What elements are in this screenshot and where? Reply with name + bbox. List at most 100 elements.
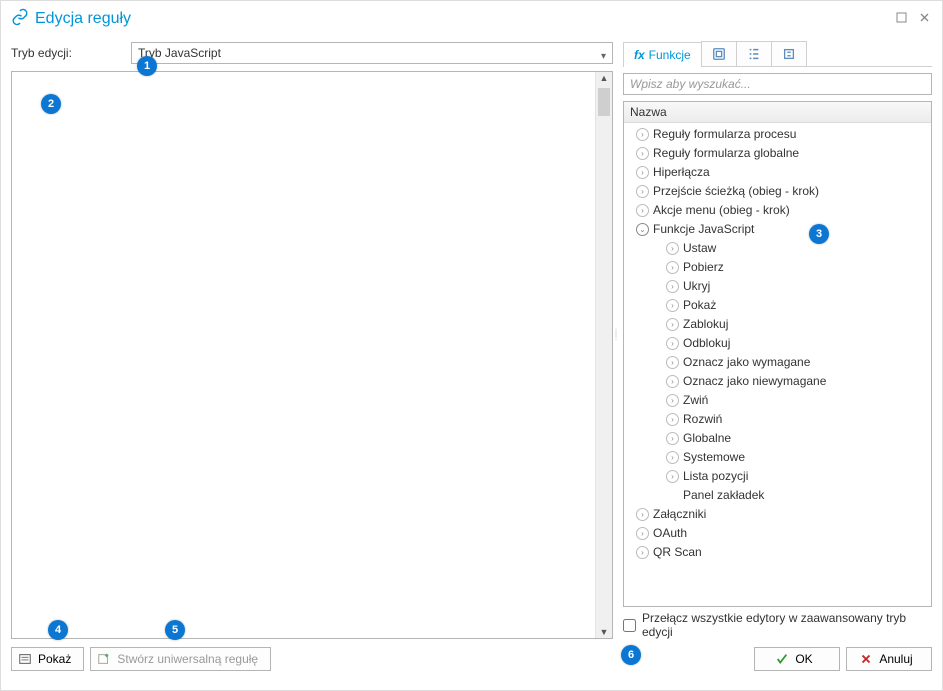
expand-right-icon: ›	[636, 546, 649, 559]
tree-child-item[interactable]: › Globalne	[628, 429, 927, 448]
footer: Pokaż Stwórz uniwersalną regułę OK Anulu…	[1, 639, 942, 681]
expand-right-icon: ›	[666, 261, 679, 274]
tree-child-item[interactable]: › Lista pozycji	[628, 467, 927, 486]
mode-selected: Tryb JavaScript	[138, 46, 221, 60]
tree-item[interactable]: ⌄ Funkcje JavaScript	[628, 220, 927, 239]
maximize-icon[interactable]	[894, 10, 909, 28]
link-icon	[11, 8, 29, 31]
scroll-up-icon[interactable]: ▲	[596, 73, 612, 83]
expand-right-icon: ›	[636, 185, 649, 198]
editor-scrollbar[interactable]: ▲ ▼	[595, 72, 612, 638]
universal-rule-label: Stwórz uniwersalną regułę	[117, 652, 258, 666]
tree-item-label: Pobierz	[683, 259, 724, 276]
scroll-thumb[interactable]	[598, 88, 610, 116]
tree-child-item[interactable]: ›Panel zakładek	[628, 486, 927, 505]
search-wrap	[623, 73, 932, 95]
tree-item-label: Systemowe	[683, 449, 745, 466]
tree-item-label: Odblokuj	[683, 335, 730, 352]
tab-panel2[interactable]	[701, 41, 737, 66]
scroll-down-icon[interactable]: ▼	[596, 627, 612, 637]
tree-item-label: Rozwiń	[683, 411, 722, 428]
tree-item-label: Globalne	[683, 430, 731, 447]
fx-icon: fx	[634, 48, 645, 62]
tree-item-label: OAuth	[653, 525, 687, 542]
tree-item-label: Zablokuj	[683, 316, 728, 333]
tree-item-label: Hiperłącza	[653, 164, 710, 181]
show-button[interactable]: Pokaż	[11, 647, 84, 671]
expand-right-icon: ›	[666, 299, 679, 312]
expand-right-icon: ›	[636, 128, 649, 141]
tree-item-label: Pokaż	[683, 297, 716, 314]
tree-child-item[interactable]: › Rozwiń	[628, 410, 927, 429]
advanced-mode-checkbox[interactable]: Przełącz wszystkie edytory w zaawansowan…	[623, 611, 932, 639]
expand-right-icon: ›	[666, 375, 679, 388]
tree-child-item[interactable]: › Oznacz jako niewymagane	[628, 372, 927, 391]
tree-item-label: Lista pozycji	[683, 468, 748, 485]
splitter-grip[interactable]: ⋮⋮⋮	[613, 331, 618, 340]
tab-functions-label: Funkcje	[649, 48, 691, 62]
tree-child-item[interactable]: ›Zablokuj	[628, 315, 927, 334]
expand-right-icon: ›	[666, 470, 679, 483]
tree-header: Nazwa	[624, 102, 931, 123]
tab-panel3[interactable]	[736, 41, 772, 66]
tree-item-label: Reguły formularza procesu	[653, 126, 796, 143]
ok-button[interactable]: OK	[754, 647, 840, 671]
tab-panel4[interactable]	[771, 41, 807, 66]
advanced-mode-input[interactable]	[623, 619, 636, 632]
expand-down-icon: ⌄	[636, 223, 649, 236]
tree-item-label: Oznacz jako niewymagane	[683, 373, 826, 390]
tab-functions[interactable]: fx Funkcje	[623, 42, 702, 67]
tree-child-item[interactable]: › Pokaż	[628, 296, 927, 315]
tree-child-item[interactable]: › Pobierz	[628, 258, 927, 277]
tree-item[interactable]: ›Przejście ścieżką (obieg - krok)	[628, 182, 927, 201]
universal-rule-button[interactable]: Stwórz uniwersalną regułę	[90, 647, 271, 671]
tree-wrap: Nazwa › Reguły formularza procesu › Reguły …	[623, 101, 932, 607]
tree-item-label: Akcje menu (obieg - krok)	[653, 202, 790, 219]
tree-item[interactable]: › Akcje menu (obieg - krok)	[628, 201, 927, 220]
ok-button-label: OK	[795, 652, 812, 666]
advanced-mode-label: Przełącz wszystkie edytory w zaawansowan…	[642, 611, 932, 639]
tree-item-label: Panel zakładek	[683, 487, 764, 504]
window-title: Edycja reguły	[35, 10, 894, 28]
tree-item-label: Funkcje JavaScript	[653, 221, 754, 238]
cancel-button[interactable]: Anuluj	[846, 647, 932, 671]
expand-right-icon: ›	[666, 242, 679, 255]
expand-right-icon: ›	[636, 147, 649, 160]
search-input[interactable]	[623, 73, 932, 95]
expand-right-icon: ›	[636, 204, 649, 217]
expand-right-icon: ›	[666, 394, 679, 407]
expand-right-icon: ›	[666, 280, 679, 293]
expand-right-icon: ›	[666, 337, 679, 350]
tree-item[interactable]: ›QR Scan	[628, 543, 927, 562]
tree-child-item[interactable]: › Oznacz jako wymagane	[628, 353, 927, 372]
tree-item[interactable]: › OAuth	[628, 524, 927, 543]
mode-label: Tryb edycji:	[11, 46, 123, 60]
expand-right-icon: ›	[636, 527, 649, 540]
left-pane: Tryb edycji: Tryb JavaScript ▾ ▲ ▼	[11, 41, 613, 639]
expand-right-icon: ›	[666, 413, 679, 426]
close-icon[interactable]	[917, 10, 932, 28]
expand-right-icon: ›	[636, 508, 649, 521]
editor-wrap: ▲ ▼	[11, 71, 613, 639]
tree-item[interactable]: ›Hiperłącza	[628, 163, 927, 182]
tree-item-label: Reguły formularza globalne	[653, 145, 799, 162]
expand-right-icon: ›	[666, 432, 679, 445]
show-button-label: Pokaż	[38, 652, 71, 666]
tree-item-label: Zwiń	[683, 392, 708, 409]
tree-child-item[interactable]: › Zwiń	[628, 391, 927, 410]
tree-item[interactable]: › Reguły formularza procesu	[628, 125, 927, 144]
mode-select[interactable]: Tryb JavaScript ▾	[131, 42, 613, 64]
expand-right-icon: ›	[666, 356, 679, 369]
window-controls	[894, 10, 932, 28]
tree-child-item[interactable]: ›Ustaw	[628, 239, 927, 258]
tree-item[interactable]: › Reguły formularza globalne	[628, 144, 927, 163]
tree-child-item[interactable]: › Odblokuj	[628, 334, 927, 353]
tree-child-item[interactable]: ›Ukryj	[628, 277, 927, 296]
titlebar: Edycja reguły	[1, 1, 942, 35]
function-tree[interactable]: › Reguły formularza procesu › Reguły formul…	[624, 123, 931, 564]
tree-item[interactable]: ›Załączniki	[628, 505, 927, 524]
tree-child-item[interactable]: ›Systemowe	[628, 448, 927, 467]
code-editor[interactable]	[12, 72, 595, 638]
chevron-down-icon: ▾	[601, 47, 606, 67]
tree-item-label: Oznacz jako wymagane	[683, 354, 810, 371]
